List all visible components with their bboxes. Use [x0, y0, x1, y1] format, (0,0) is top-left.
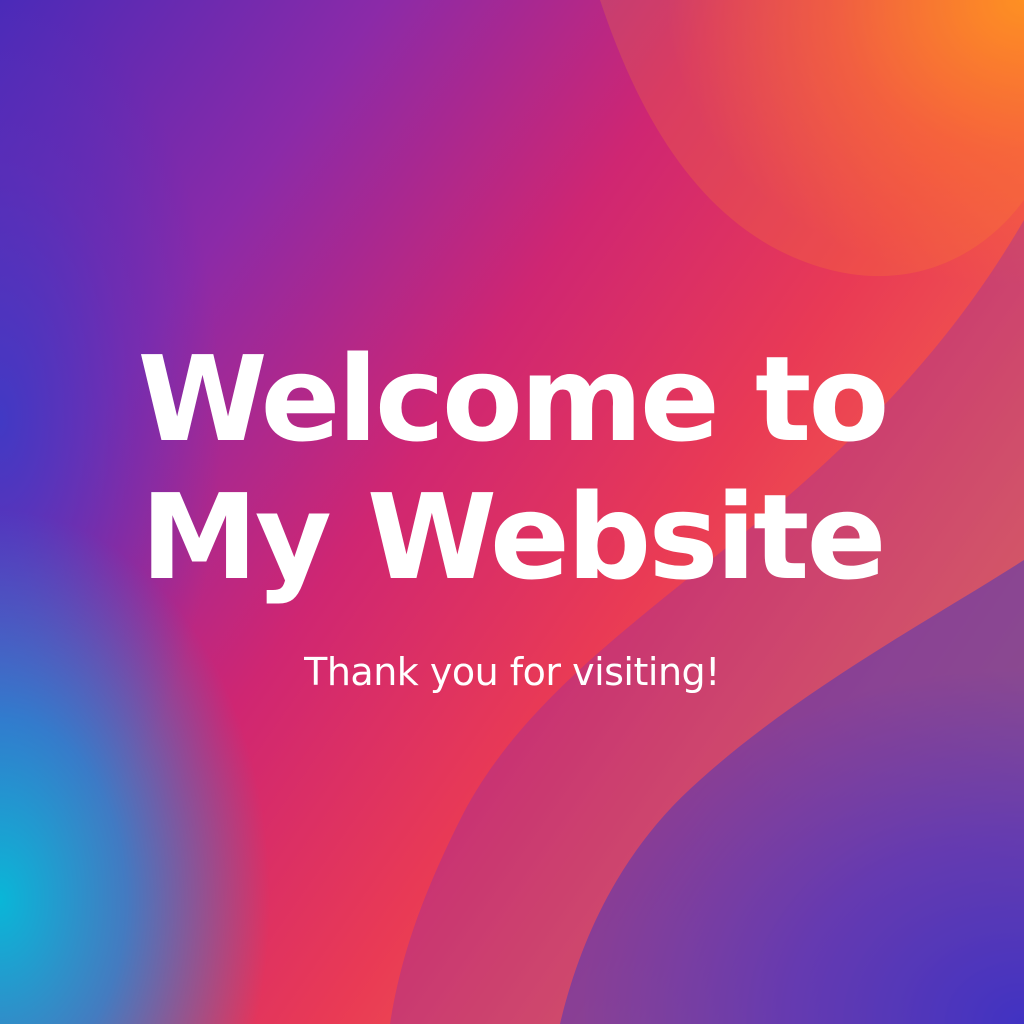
hero-section: Welcome to My Website Thank you for visi… — [0, 330, 1024, 694]
title-line-2: My Website — [140, 468, 887, 606]
page-background: Welcome to My Website Thank you for visi… — [0, 0, 1024, 1024]
page-title: Welcome to My Website — [0, 330, 1024, 606]
title-line-1: Welcome to — [137, 330, 890, 468]
subtitle: Thank you for visiting! — [304, 650, 720, 694]
wave-orange-ridge — [600, 0, 1024, 277]
